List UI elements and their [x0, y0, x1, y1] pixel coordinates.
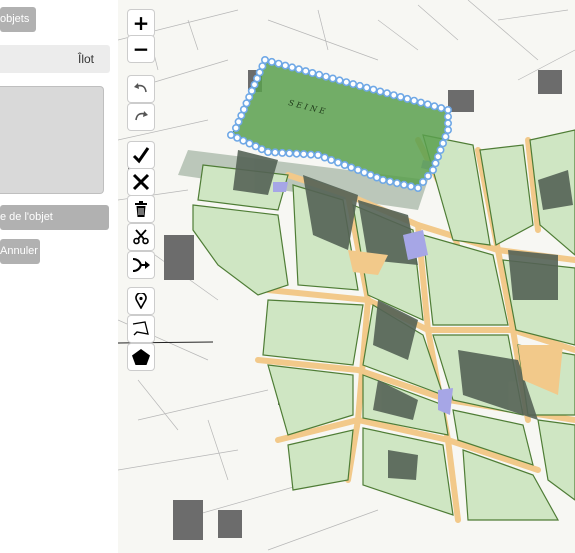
vertex-handle[interactable] [403, 94, 412, 103]
undo-icon [134, 83, 147, 93]
vertex-handle[interactable] [334, 158, 343, 167]
vertex-handle[interactable] [342, 78, 351, 87]
merge-icon [132, 258, 150, 272]
vertex-handle[interactable] [428, 166, 437, 175]
vertex-handle[interactable] [431, 159, 440, 168]
vertex-handle[interactable] [335, 76, 344, 85]
trash-icon [135, 201, 147, 217]
zoom-in-icon: + [132, 11, 150, 35]
object-type-label: e de l'objet [0, 211, 53, 223]
map-drawing: S E I N E [118, 0, 575, 551]
merge-button[interactable] [128, 252, 154, 278]
redo-icon [135, 111, 148, 121]
vertex-handle[interactable] [274, 59, 283, 68]
vertex-handle[interactable] [347, 163, 356, 172]
vertex-handle[interactable] [437, 104, 446, 113]
vertex-handle[interactable] [258, 62, 267, 71]
zoom-out-icon: − [132, 37, 150, 61]
vertex-handle[interactable] [392, 179, 401, 188]
vertex-handle[interactable] [349, 80, 358, 89]
zoom-in-button[interactable]: + [128, 10, 154, 36]
vertex-handle[interactable] [430, 102, 439, 111]
vertex-handle[interactable] [322, 72, 331, 81]
tab-ilot[interactable]: Îlot [0, 45, 110, 73]
vertex-handle[interactable] [360, 168, 369, 177]
vertex-handle[interactable] [299, 150, 308, 159]
cancel-button-label: Annuler [0, 245, 38, 257]
vertex-handle[interactable] [314, 151, 323, 160]
vertex-handle[interactable] [354, 166, 363, 175]
vertex-handle[interactable] [423, 100, 432, 109]
vertex-handle[interactable] [443, 106, 452, 115]
vertex-handle[interactable] [306, 150, 315, 159]
vertex-handle[interactable] [288, 63, 297, 72]
redo-button[interactable] [128, 104, 154, 130]
tab-ilot-label: Îlot [77, 52, 94, 66]
draw-polygon-button[interactable] [128, 344, 154, 370]
vertex-handle[interactable] [416, 98, 425, 107]
vertex-handle[interactable] [227, 131, 236, 140]
vertex-handle[interactable] [443, 112, 452, 121]
vertex-handle[interactable] [294, 65, 303, 74]
vertex-handle[interactable] [438, 139, 447, 148]
vertex-handle[interactable] [406, 182, 415, 191]
vertex-handle[interactable] [396, 93, 405, 102]
close-icon [132, 173, 150, 191]
polyline-icon [132, 321, 149, 336]
zoom-out-button[interactable]: − [128, 36, 154, 62]
vertex-handle[interactable] [301, 67, 310, 76]
vertex-handle[interactable] [308, 69, 317, 78]
map-canvas[interactable]: S E I N E [118, 0, 575, 553]
cancel-button[interactable]: Annuler [0, 239, 40, 264]
pentagon-icon [132, 349, 150, 365]
check-icon [132, 147, 150, 164]
vertex-handle[interactable] [278, 148, 287, 157]
vertex-handle[interactable] [327, 156, 336, 165]
trash-button[interactable] [128, 196, 154, 222]
vertex-handle[interactable] [267, 57, 276, 66]
vertex-handle[interactable] [441, 132, 450, 141]
vertex-handle[interactable] [271, 148, 280, 157]
cut-button[interactable] [128, 224, 154, 250]
vertex-handle[interactable] [340, 161, 349, 170]
vertex-handle[interactable] [418, 178, 427, 187]
vertex-handle[interactable] [362, 83, 371, 92]
vertex-handle[interactable] [369, 85, 378, 94]
vertex-handle[interactable] [410, 96, 419, 105]
vertex-handle[interactable] [443, 119, 452, 128]
left-panel: objets Îlot e de l'objet Annuler [0, 0, 118, 553]
vertex-handle[interactable] [382, 89, 391, 98]
draw-polyline-button[interactable] [128, 316, 154, 342]
vertex-handle[interactable] [292, 149, 301, 158]
vertex-handle[interactable] [385, 177, 394, 186]
undo-button[interactable] [128, 76, 154, 102]
vertex-handle[interactable] [328, 74, 337, 83]
vertex-handle[interactable] [413, 184, 422, 193]
validate-button[interactable] [128, 142, 154, 168]
vertex-handle[interactable] [389, 91, 398, 100]
vertex-handle[interactable] [285, 149, 294, 158]
vertex-handle[interactable] [315, 70, 324, 79]
object-type-button[interactable]: e de l'objet [0, 205, 109, 230]
vertex-handle[interactable] [281, 61, 290, 70]
draw-marker-button[interactable] [128, 288, 154, 314]
vertex-handle[interactable] [355, 81, 364, 90]
vertex-handle[interactable] [320, 153, 329, 162]
objects-button[interactable]: objets [0, 7, 36, 32]
vertex-handle[interactable] [399, 180, 408, 189]
vertex-handle[interactable] [423, 172, 432, 181]
vertex-handle[interactable] [443, 126, 452, 135]
vertex-handle[interactable] [433, 152, 442, 161]
object-text-area[interactable] [0, 86, 104, 194]
vertex-handle[interactable] [376, 87, 385, 96]
vertex-handle[interactable] [372, 173, 381, 182]
scissors-icon [133, 229, 149, 245]
vertex-handle[interactable] [436, 146, 445, 155]
objects-button-label: objets [0, 13, 30, 25]
map-pin-icon [135, 293, 147, 309]
delete-drawing-button[interactable] [128, 169, 154, 195]
